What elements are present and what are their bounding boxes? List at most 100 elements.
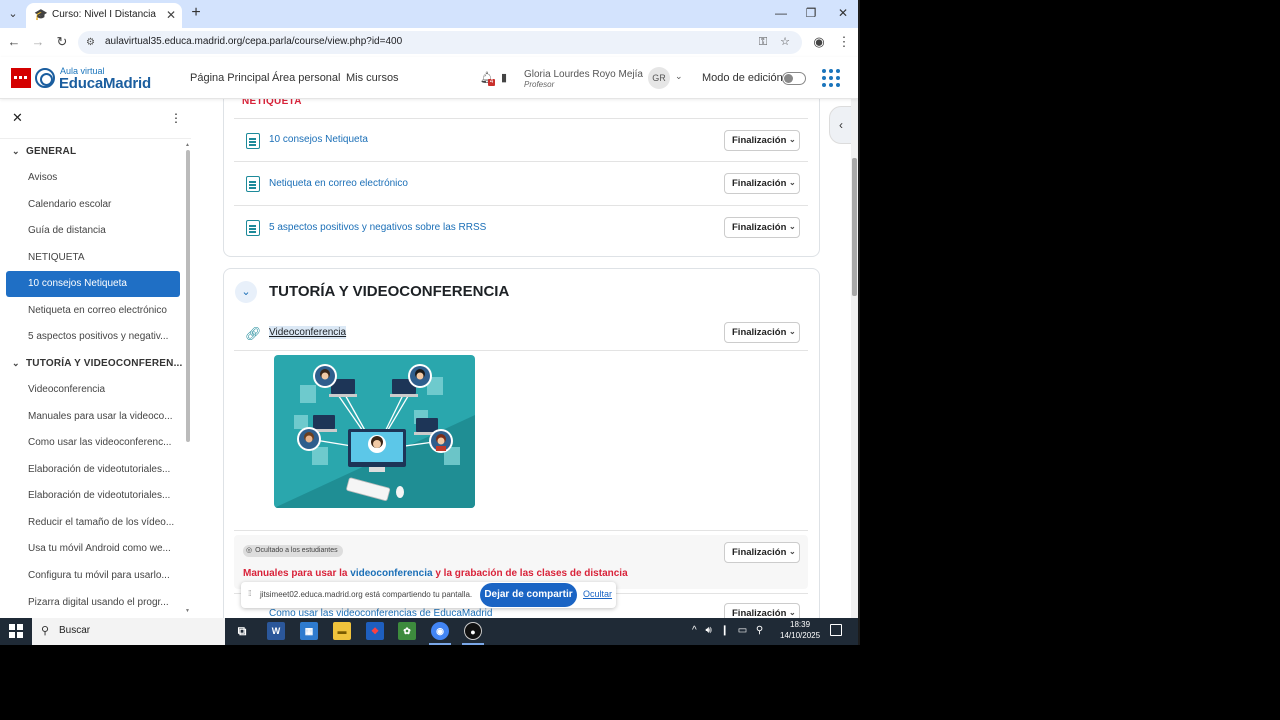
course-index-item[interactable]: Pizarra digital usando el progr...	[6, 590, 180, 616]
user-menu-chevron-icon[interactable]: ⌄	[675, 71, 683, 82]
drawer-scrollbar[interactable]	[186, 150, 190, 442]
drawer-scroll-down-arrow-icon[interactable]: ▼	[185, 608, 190, 614]
activity-link[interactable]: Netiqueta en correo electrónico	[269, 178, 408, 189]
videoconference-illustration	[274, 355, 475, 508]
course-index-item[interactable]: Elaboración de videotutoriales...	[6, 483, 180, 509]
nav-my-courses-link[interactable]: Mis cursos	[346, 72, 399, 84]
completion-dropdown[interactable]: Finalización ⌄	[724, 542, 800, 563]
forward-arrow-icon[interactable]: →	[30, 34, 46, 50]
chevron-down-icon: ⌄	[789, 135, 796, 144]
app-icon[interactable]: ❖	[366, 622, 384, 640]
course-index-item[interactable]: Manuales para usar la videoco...	[6, 404, 180, 430]
stop-sharing-button[interactable]: Dejar de compartir	[480, 583, 577, 607]
course-index-item[interactable]: Configura tu móvil para usarlo...	[6, 563, 180, 589]
word-icon[interactable]: W	[267, 622, 285, 640]
bookmark-star-icon[interactable]: ☆	[778, 35, 792, 49]
system-tray-icons[interactable]: ^ 🔊︎ ❙ ▭ ⚲	[692, 625, 766, 636]
tab-search-icon[interactable]: ⌄	[4, 5, 22, 23]
chrome-menu-icon[interactable]: ⋮	[836, 34, 852, 50]
course-index-item[interactable]: Calendario escolar	[6, 192, 180, 218]
course-index-item[interactable]: 5 aspectos positivos y negativ...	[6, 324, 180, 350]
chevron-down-icon[interactable]: ⌄	[12, 358, 20, 369]
drawer-scroll-up-arrow-icon[interactable]: ▲	[185, 142, 190, 148]
user-role: Profesor	[524, 80, 555, 89]
completion-dropdown[interactable]: Finalización ⌄	[724, 173, 800, 194]
page-scrollbar-thumb[interactable]	[852, 158, 857, 296]
window-close-button[interactable]: ✕	[836, 6, 850, 20]
course-index-item[interactable]: Usa tu móvil Android como we...	[6, 536, 180, 562]
active-app-indicator	[462, 643, 484, 645]
site-settings-icon[interactable]: ⚙	[86, 36, 99, 49]
close-drawer-icon[interactable]: ✕	[12, 111, 24, 125]
screen-recorder-icon[interactable]: ●	[464, 622, 482, 640]
nav-dashboard-link[interactable]: Área personal	[272, 72, 341, 84]
activity-link-videoconferencia[interactable]: Videoconferencia	[269, 326, 347, 339]
notification-center-icon[interactable]	[830, 624, 842, 636]
profile-icon[interactable]: ◉	[811, 34, 827, 50]
course-index-item[interactable]: Netiqueta en correo electrónico	[6, 298, 180, 324]
course-index-item[interactable]: Elaboración de videotutoriales...	[6, 457, 180, 483]
drag-grip-icon[interactable]: ⁞⁞	[248, 589, 252, 598]
back-arrow-icon[interactable]: ←	[6, 34, 22, 50]
section-collapse-chevron-icon[interactable]: ⌄	[235, 281, 257, 303]
completion-dropdown[interactable]: Finalización ⌄	[724, 130, 800, 151]
chevron-down-icon[interactable]: ⌄	[12, 146, 20, 157]
madrid-flag-logo[interactable]	[11, 68, 31, 88]
messages-icon[interactable]: ▮	[501, 71, 507, 84]
hide-share-bar-link[interactable]: Ocultar	[583, 589, 612, 599]
window-edge	[858, 0, 860, 645]
site-header: Aula virtual EducaMadrid Página Principa…	[0, 57, 858, 99]
password-key-icon[interactable]: ⚿	[756, 35, 770, 49]
calculator-icon[interactable]: ▦	[300, 622, 318, 640]
eye-slash-icon: ◎	[246, 547, 253, 554]
chevron-down-icon: ⌄	[789, 608, 796, 617]
educamadrid-logo-icon[interactable]	[35, 68, 55, 88]
course-index-item[interactable]: Avisos	[6, 165, 180, 191]
task-view-icon[interactable]: ⧉	[233, 622, 251, 640]
course-index-section-tutoria[interactable]: ⌄ TUTORÍA Y VIDEOCONFEREN...	[0, 351, 182, 377]
url-text[interactable]: aulavirtual35.educa.madrid.org/cepa.parl…	[105, 36, 402, 47]
address-bar[interactable]: ⚙ aulavirtual35.educa.madrid.org/cepa.pa…	[78, 31, 802, 54]
minimize-button[interactable]: —	[774, 6, 788, 20]
activity-link[interactable]: Como usar las videoconferencias de Educa…	[269, 608, 492, 618]
chevron-down-icon: ⌄	[789, 178, 796, 187]
apps-grid-icon[interactable]	[822, 69, 840, 87]
chevron-down-icon: ⌄	[789, 222, 796, 231]
activity-link[interactable]: 10 consejos Netiqueta	[269, 134, 368, 145]
logo-title[interactable]: EducaMadrid	[59, 75, 151, 92]
user-name[interactable]: Gloria Lourdes Royo Mejía	[524, 69, 643, 80]
drawer-options-icon[interactable]: ⋮	[170, 111, 182, 125]
browser-tab[interactable]: 🎓 Curso: Nivel I Distancia | AulaV ✕	[26, 3, 182, 28]
course-index-item[interactable]: Como usar las videoconferenc...	[6, 430, 180, 456]
completion-dropdown[interactable]: Finalización ⌄	[724, 603, 800, 618]
nav-home-link[interactable]: Página Principal	[190, 72, 270, 84]
activity-row: 5 aspectos positivos y negativos sobre l…	[234, 205, 808, 249]
maximize-button[interactable]: ❐	[804, 6, 818, 20]
chrome-icon[interactable]: ◉	[431, 622, 449, 640]
clock-date[interactable]: 14/10/2025	[780, 631, 820, 640]
taskbar-search-box[interactable]: ⚲ Buscar	[32, 618, 225, 645]
course-index-item[interactable]: NETIQUETA	[6, 245, 180, 271]
course-index-item-active[interactable]: 10 consejos Netiqueta	[6, 271, 180, 297]
tab-close-icon[interactable]: ✕	[164, 8, 178, 22]
app-icon[interactable]: ✿	[398, 622, 416, 640]
section-title-tutoria[interactable]: TUTORÍA Y VIDEOCONFERENCIA	[269, 283, 509, 300]
user-avatar[interactable]: GR	[648, 67, 670, 89]
new-tab-button[interactable]: +	[188, 5, 204, 21]
course-index-item[interactable]: Reducir el tamaño de los vídeo...	[6, 510, 180, 536]
course-index-item[interactable]: Videoconferencia	[6, 377, 180, 403]
activity-link[interactable]: 5 aspectos positivos y negativos sobre l…	[269, 222, 486, 233]
clock-time[interactable]: 18:39	[790, 620, 810, 629]
course-index-item[interactable]: Guía de distancia	[6, 218, 180, 244]
windows-start-icon[interactable]	[9, 624, 23, 638]
open-block-drawer-chevron-icon[interactable]: ‹	[829, 106, 853, 144]
course-index-section-general[interactable]: ⌄ GENERAL	[0, 139, 180, 165]
edit-mode-toggle[interactable]	[782, 72, 806, 85]
chevron-down-icon: ⌄	[789, 327, 796, 336]
completion-dropdown[interactable]: Finalización ⌄	[724, 217, 800, 238]
reload-icon[interactable]: ↻	[54, 34, 70, 50]
url-link-icon: 🔗︎	[245, 326, 262, 341]
completion-dropdown[interactable]: Finalización ⌄	[724, 322, 800, 343]
hidden-from-students-badge: ◎ Ocultado a los estudiantes	[243, 545, 343, 557]
file-explorer-icon[interactable]: ▬	[333, 622, 351, 640]
